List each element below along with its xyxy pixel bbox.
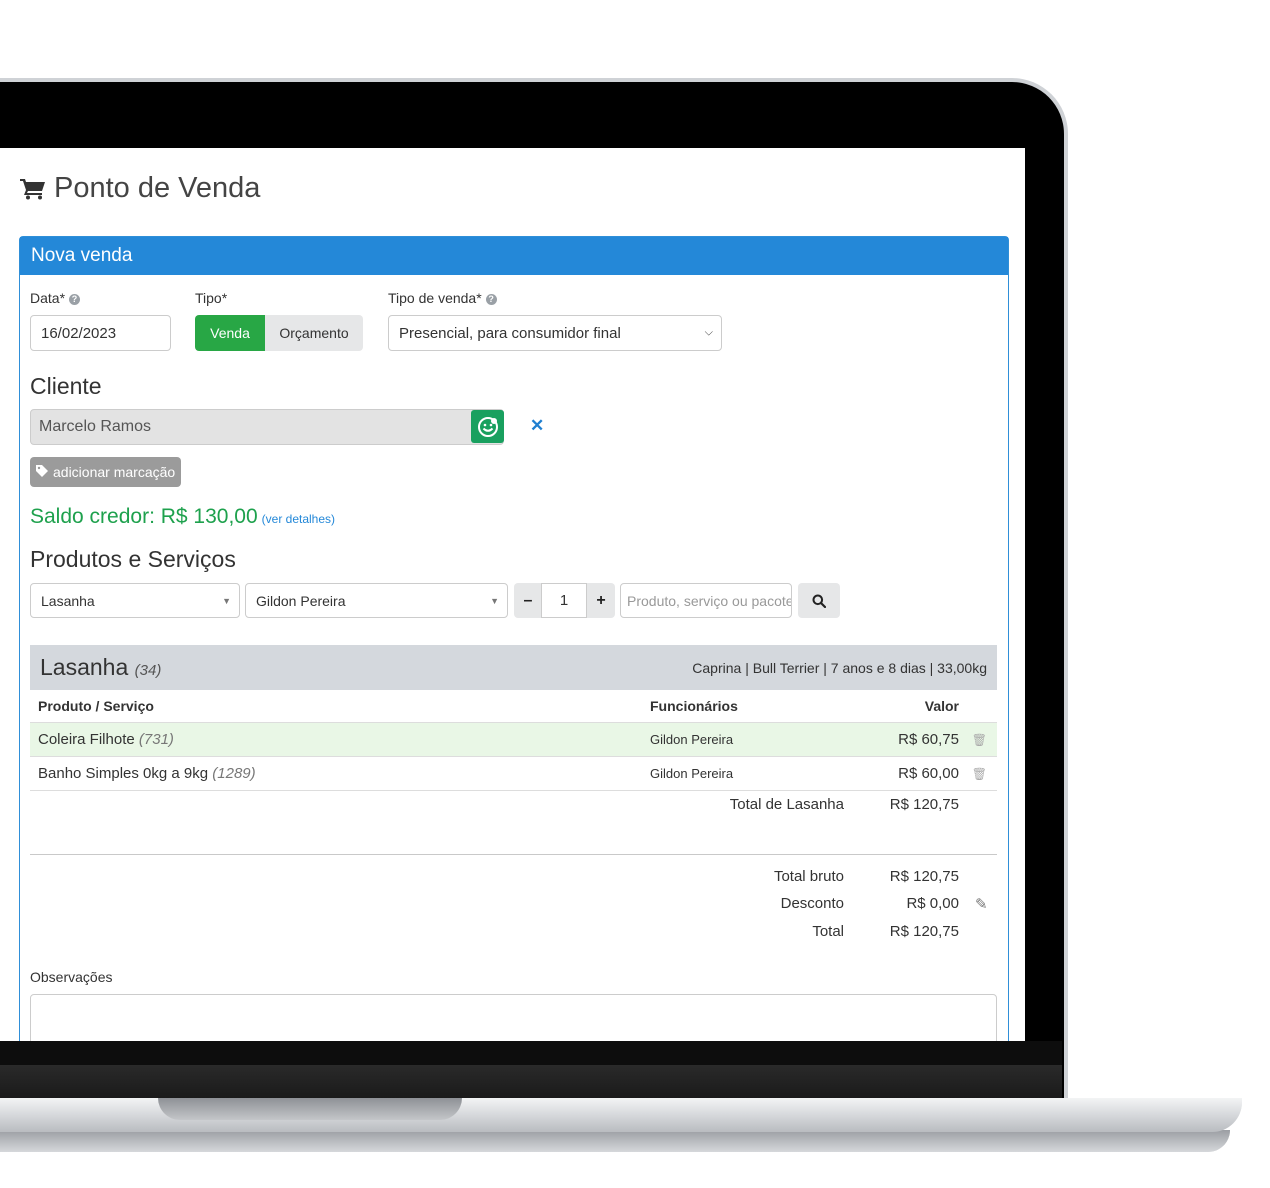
cliente-input[interactable]: Marcelo Ramos: [30, 409, 504, 445]
trash-icon[interactable]: 🗑: [972, 767, 987, 781]
total-label: Total: [812, 923, 844, 940]
total-bruto-value: R$ 120,75: [889, 868, 959, 885]
search-icon: [812, 594, 826, 608]
tipo-label: Tipo*: [195, 290, 228, 306]
help-icon[interactable]: ?: [69, 293, 81, 305]
pet-header: Lasanha (34) Caprina | Bull Terrier | 7 …: [30, 645, 997, 690]
observacoes-label: Observações: [30, 969, 113, 985]
caret-down-icon: ▼: [490, 595, 499, 606]
data-label: Data*?: [30, 290, 81, 306]
client-smile-icon[interactable]: [471, 410, 504, 443]
tipo-venda-button[interactable]: Venda: [195, 315, 265, 351]
chevron-down-icon: ⌵: [704, 326, 713, 339]
pet-info: Caprina | Bull Terrier | 7 anos e 8 dias…: [692, 659, 987, 676]
produtos-title: Produtos e Serviços: [30, 546, 236, 572]
table-row[interactable]: Coleira Filhote (731) Gildon Pereira R$ …: [30, 723, 997, 757]
cart-icon: [20, 178, 46, 200]
plus-button[interactable]: +: [587, 583, 615, 618]
laptop-notch-overlay: [158, 1098, 462, 1120]
tipo-orcamento-button[interactable]: Orçamento: [265, 315, 363, 351]
subtotal-label: Total de Lasanha: [729, 796, 844, 813]
minus-button[interactable]: –: [514, 583, 542, 618]
tipo-venda-select[interactable]: Presencial, para consumidor final ⌵: [388, 315, 722, 351]
adicionar-marcacao-button[interactable]: adicionar marcação: [30, 457, 182, 487]
table-header: Produto / Serviço Funcionários Valor: [30, 690, 997, 723]
table-row[interactable]: Banho Simples 0kg a 9kg (1289) Gildon Pe…: [30, 757, 997, 791]
desconto-label: Desconto: [780, 895, 844, 912]
quantity-input[interactable]: 1: [541, 583, 587, 618]
total-bruto-label: Total bruto: [773, 868, 844, 885]
desconto-value: R$ 0,00: [906, 895, 959, 912]
caret-down-icon: ▼: [222, 595, 231, 606]
help-icon[interactable]: ?: [485, 293, 497, 305]
pet-select[interactable]: Lasanha ▼: [30, 583, 240, 618]
divider: [30, 854, 997, 855]
search-button[interactable]: [798, 583, 840, 618]
close-icon[interactable]: ✕: [530, 416, 544, 436]
tipo-toggle: Venda Orçamento: [195, 315, 363, 351]
tag-icon: [36, 464, 48, 480]
tipo-venda-label: Tipo de venda*?: [388, 290, 497, 306]
page-title: Ponto de Venda: [20, 172, 260, 205]
laptop-base-edge-overlay: [0, 1130, 1230, 1152]
panel-title: Nova venda: [20, 237, 1008, 275]
subtotal-value: R$ 120,75: [889, 796, 959, 813]
pencil-icon[interactable]: ✎: [975, 895, 988, 913]
laptop-chin-overlay: [0, 1041, 1062, 1065]
pet-name: Lasanha (34): [40, 654, 162, 680]
produto-search-input[interactable]: Produto, serviço ou pacote: [620, 583, 792, 618]
page-title-text: Ponto de Venda: [54, 172, 261, 204]
itens-table: Produto / Serviço Funcionários Valor Col…: [30, 690, 997, 791]
trash-icon[interactable]: 🗑: [972, 733, 987, 747]
data-input[interactable]: 16/02/2023: [30, 315, 171, 351]
ver-detalhes-link[interactable]: (ver detalhes): [262, 512, 335, 526]
cliente-title: Cliente: [30, 373, 102, 399]
total-value: R$ 120,75: [889, 923, 959, 940]
funcionario-select[interactable]: Gildon Pereira ▼: [245, 583, 508, 618]
laptop-hinge-overlay: [0, 1065, 1062, 1099]
saldo-credor: Saldo credor: R$ 130,00 (ver detalhes): [30, 505, 336, 528]
